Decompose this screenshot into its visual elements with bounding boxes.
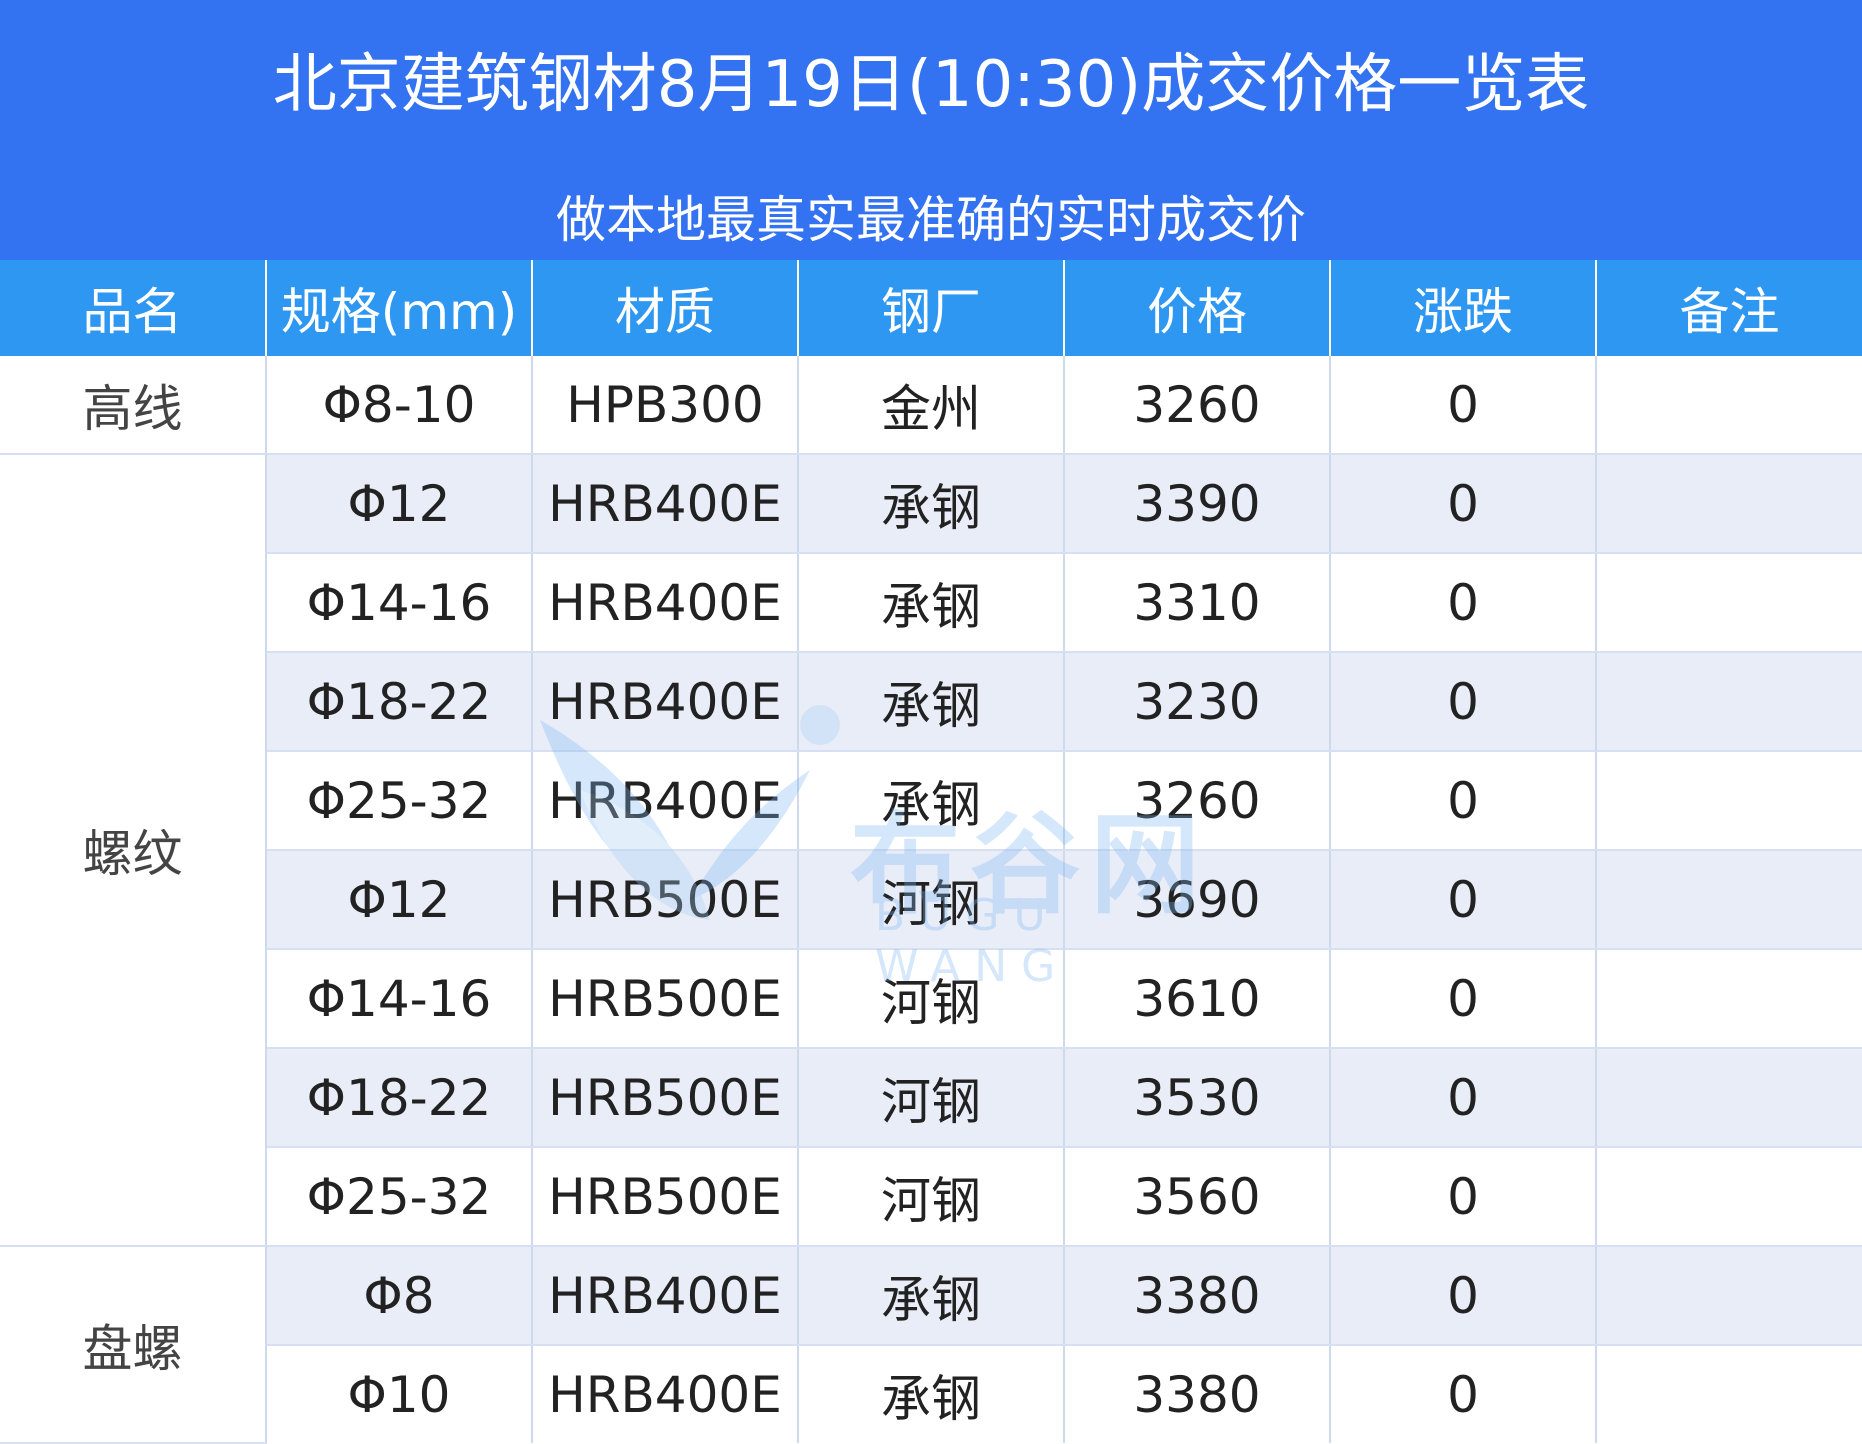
cell-mill: 承钢 bbox=[798, 751, 1065, 851]
cell-note bbox=[1596, 454, 1862, 554]
cell-note bbox=[1596, 949, 1862, 1049]
cell-mill: 承钢 bbox=[798, 1246, 1065, 1346]
cell-change: 0 bbox=[1330, 1246, 1597, 1346]
cell-price: 3260 bbox=[1064, 356, 1331, 455]
table-row: Φ25-32 HRB400E 承钢 3260 0 bbox=[0, 751, 1862, 851]
cell-spec: Φ14-16 bbox=[266, 949, 533, 1049]
column-header-spec: 规格(mm) bbox=[266, 260, 533, 356]
cell-product-name: 螺纹 bbox=[0, 454, 267, 1247]
table-row: Φ12 HRB500E 河钢 3690 0 bbox=[0, 850, 1862, 950]
cell-change: 0 bbox=[1330, 1147, 1597, 1247]
cell-grade: HRB400E bbox=[532, 751, 799, 851]
cell-mill: 金州 bbox=[798, 356, 1065, 455]
cell-spec: Φ18-22 bbox=[266, 1048, 533, 1148]
cell-note bbox=[1596, 1345, 1862, 1443]
page-title: 北京建筑钢材8月19日(10:30)成交价格一览表 bbox=[272, 48, 1590, 122]
cell-spec: Φ14-16 bbox=[266, 553, 533, 653]
table-body: 高线 Φ8-10 HPB300 金州 3260 0 螺纹 Φ12 HRB400E 承钢 3390 0 Φ… bbox=[0, 356, 1862, 1444]
cell-grade: HRB400E bbox=[532, 1246, 799, 1346]
cell-grade: HRB500E bbox=[532, 1147, 799, 1247]
cell-spec: Φ25-32 bbox=[266, 751, 533, 851]
cell-price: 3380 bbox=[1064, 1345, 1331, 1443]
cell-note bbox=[1596, 1246, 1862, 1346]
cell-mill: 承钢 bbox=[798, 553, 1065, 653]
table-row: Φ25-32 HRB500E 河钢 3560 0 bbox=[0, 1147, 1862, 1247]
cell-spec: Φ25-32 bbox=[266, 1147, 533, 1247]
cell-change: 0 bbox=[1330, 1345, 1597, 1443]
cell-grade: HRB400E bbox=[532, 553, 799, 653]
cell-product-name: 高线 bbox=[0, 356, 267, 455]
cell-price: 3230 bbox=[1064, 652, 1331, 752]
cell-note bbox=[1596, 850, 1862, 950]
cell-grade: HRB400E bbox=[532, 652, 799, 752]
cell-change: 0 bbox=[1330, 356, 1597, 455]
cell-note bbox=[1596, 553, 1862, 653]
table-row: Φ18-22 HRB400E 承钢 3230 0 bbox=[0, 652, 1862, 752]
table-row: Φ14-16 HRB400E 承钢 3310 0 bbox=[0, 553, 1862, 653]
column-header-grade: 材质 bbox=[532, 260, 799, 356]
cell-spec: Φ18-22 bbox=[266, 652, 533, 752]
cell-product-name: 盘螺 bbox=[0, 1246, 267, 1444]
column-header-row: 品名 规格(mm) 材质 钢厂 价格 涨跌 备注 bbox=[0, 260, 1862, 356]
page-subtitle: 做本地最真实最准确的实时成交价 bbox=[556, 191, 1306, 249]
cell-mill: 承钢 bbox=[798, 1345, 1065, 1443]
cell-price: 3260 bbox=[1064, 751, 1331, 851]
cell-grade: HRB400E bbox=[532, 454, 799, 554]
cell-grade: HRB500E bbox=[532, 850, 799, 950]
cell-change: 0 bbox=[1330, 949, 1597, 1049]
table-row: 高线 Φ8-10 HPB300 金州 3260 0 bbox=[0, 356, 1862, 455]
cell-change: 0 bbox=[1330, 751, 1597, 851]
table-row: Φ18-22 HRB500E 河钢 3530 0 bbox=[0, 1048, 1862, 1148]
cell-grade: HRB500E bbox=[532, 949, 799, 1049]
cell-grade: HRB500E bbox=[532, 1048, 799, 1148]
column-header-mill: 钢厂 bbox=[798, 260, 1065, 356]
cell-mill: 河钢 bbox=[798, 1147, 1065, 1247]
table-row: Φ10 HRB400E 承钢 3380 0 bbox=[0, 1345, 1862, 1443]
cell-mill: 河钢 bbox=[798, 1048, 1065, 1148]
column-header-change: 涨跌 bbox=[1330, 260, 1597, 356]
cell-change: 0 bbox=[1330, 454, 1597, 554]
cell-price: 3390 bbox=[1064, 454, 1331, 554]
cell-mill: 承钢 bbox=[798, 652, 1065, 752]
cell-note bbox=[1596, 356, 1862, 455]
cell-grade: HPB300 bbox=[532, 356, 799, 455]
cell-spec: Φ12 bbox=[266, 454, 533, 554]
cell-price: 3560 bbox=[1064, 1147, 1331, 1247]
cell-price: 3690 bbox=[1064, 850, 1331, 950]
cell-change: 0 bbox=[1330, 652, 1597, 752]
cell-price: 3380 bbox=[1064, 1246, 1331, 1346]
cell-mill: 河钢 bbox=[798, 949, 1065, 1049]
table-row: 盘螺 Φ8 HRB400E 承钢 3380 0 bbox=[0, 1246, 1862, 1444]
cell-spec: Φ8 bbox=[266, 1246, 533, 1346]
cell-change: 0 bbox=[1330, 553, 1597, 653]
table-row: 螺纹 Φ12 HRB400E 承钢 3390 0 bbox=[0, 454, 1862, 1247]
cell-spec: Φ10 bbox=[266, 1345, 533, 1443]
cell-grade: HRB400E bbox=[532, 1345, 799, 1443]
table-row: Φ14-16 HRB500E 河钢 3610 0 bbox=[0, 949, 1862, 1049]
column-header-note: 备注 bbox=[1596, 260, 1862, 356]
column-header-price: 价格 bbox=[1064, 260, 1331, 356]
cell-spec: Φ8-10 bbox=[266, 356, 533, 455]
cell-price: 3530 bbox=[1064, 1048, 1331, 1148]
cell-change: 0 bbox=[1330, 1048, 1597, 1148]
cell-price: 3610 bbox=[1064, 949, 1331, 1049]
price-table: 品名 规格(mm) 材质 钢厂 价格 涨跌 备注 高线 Φ8-10 HPB300 金州… bbox=[0, 260, 1862, 1444]
cell-change: 0 bbox=[1330, 850, 1597, 950]
column-header-name: 品名 bbox=[0, 260, 267, 356]
cell-note bbox=[1596, 751, 1862, 851]
cell-note bbox=[1596, 652, 1862, 752]
cell-price: 3310 bbox=[1064, 553, 1331, 653]
cell-spec: Φ12 bbox=[266, 850, 533, 950]
table-header-banner: 北京建筑钢材8月19日(10:30)成交价格一览表 做本地最真实最准确的实时成交… bbox=[0, 0, 1862, 260]
cell-mill: 承钢 bbox=[798, 454, 1065, 554]
cell-note bbox=[1596, 1048, 1862, 1148]
cell-note bbox=[1596, 1147, 1862, 1247]
cell-mill: 河钢 bbox=[798, 850, 1065, 950]
